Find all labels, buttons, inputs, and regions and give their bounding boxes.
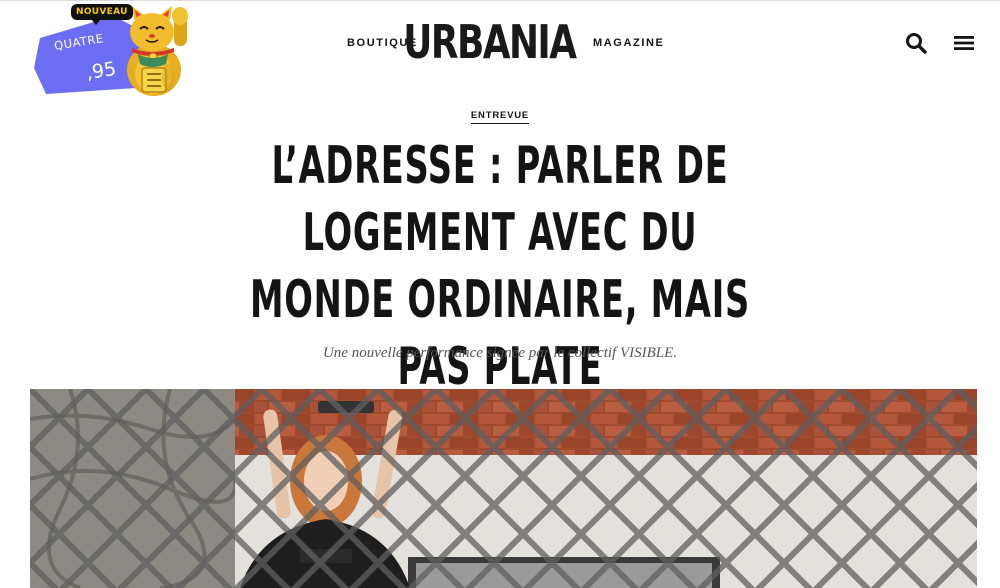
promo-new-badge: NOUVEAU bbox=[71, 4, 133, 25]
search-button[interactable] bbox=[903, 30, 929, 56]
nav-magazine-link[interactable]: MAGAZINE bbox=[593, 37, 664, 49]
hamburger-menu-icon bbox=[954, 36, 974, 50]
promo-badge[interactable]: QUATRE ,95 NOUVEAU bbox=[28, 2, 198, 100]
hero-image bbox=[30, 389, 977, 588]
search-icon bbox=[906, 33, 927, 54]
site-logo[interactable]: URBANIA bbox=[403, 15, 577, 69]
article-subtitle: Une nouvelle performance signée par le c… bbox=[322, 345, 678, 361]
top-divider bbox=[0, 0, 1000, 1]
menu-button[interactable] bbox=[951, 30, 977, 56]
category-label[interactable]: ENTREVUE bbox=[470, 110, 530, 124]
category-tag[interactable]: ENTREVUE bbox=[0, 105, 1000, 124]
promo-price: ,95 bbox=[84, 57, 118, 85]
